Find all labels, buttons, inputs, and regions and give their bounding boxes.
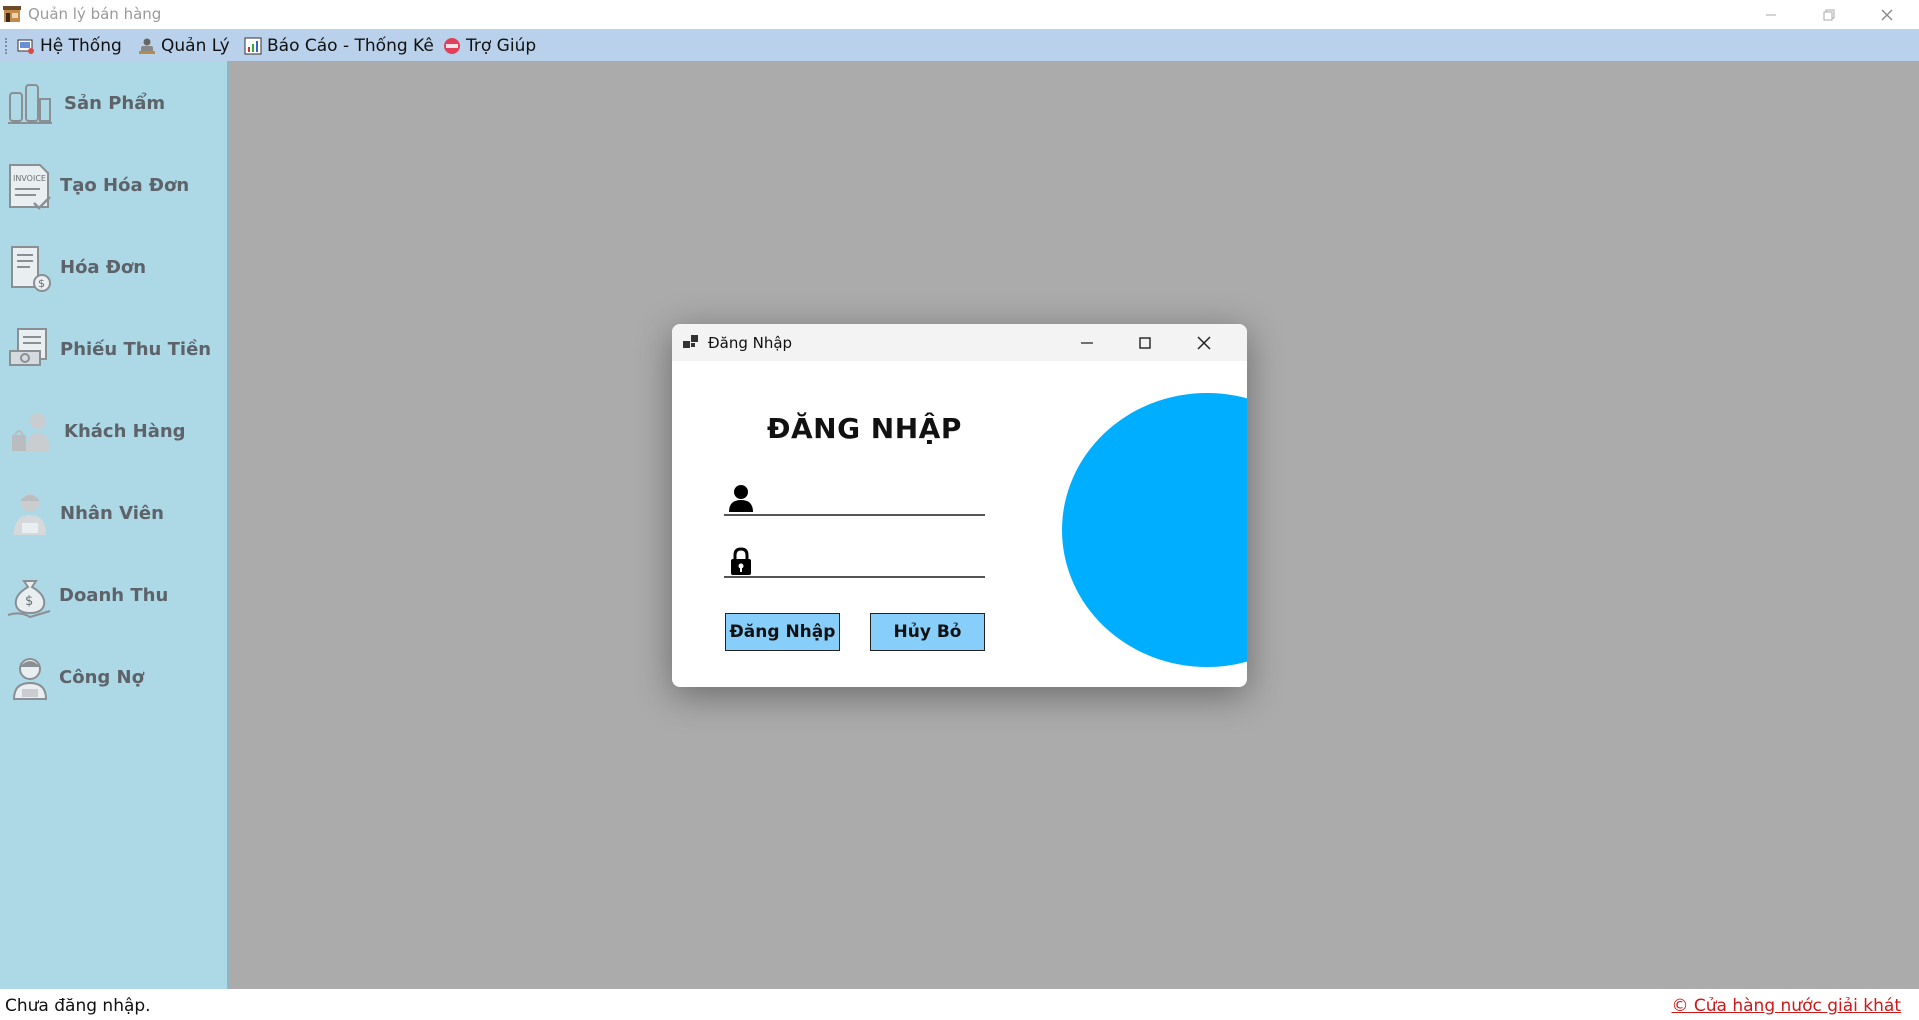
password-input[interactable] — [758, 544, 982, 574]
sidebar-item-cong-no[interactable]: Công Nợ — [0, 643, 227, 713]
close-icon — [1881, 9, 1893, 20]
login-heading: ĐĂNG NHẬP — [767, 412, 962, 445]
sidebar-item-san-pham[interactable]: Sản Phẩm — [0, 69, 227, 139]
cancel-button[interactable]: Hủy Bỏ — [870, 613, 985, 651]
report-chart-icon — [244, 37, 262, 55]
sidebar-item-tao-hoa-don[interactable]: INVOICE Tạo Hóa Đơn — [0, 151, 227, 221]
sidebar-item-label: Phiếu Thu Tiền — [60, 339, 212, 360]
form-icon — [683, 335, 698, 348]
minimize-button[interactable] — [1742, 0, 1800, 29]
sidebar-item-phieu-thu-tien[interactable]: Phiếu Thu Tiền — [0, 315, 227, 385]
sidebar-item-label: Hóa Đơn — [60, 257, 147, 278]
login-dialog-title: Đăng Nhập — [708, 334, 793, 352]
window-title: Quản lý bán hàng — [28, 5, 162, 23]
sidebar-item-label: Khách Hàng — [64, 421, 186, 442]
login-dialog: Đăng Nhập ĐĂNG NHẬP Đăng Nhập Hủy Bỏ — [672, 324, 1247, 687]
revenue-icon: $ — [7, 580, 51, 619]
debt-icon — [12, 658, 48, 700]
sidebar: Sản Phẩm INVOICE Tạo Hóa Đơn $ Hóa Đơn P… — [0, 61, 229, 989]
sidebar-item-label: Tạo Hóa Đơn — [60, 175, 190, 196]
store-copyright-link[interactable]: © Cửa hàng nước giải khát — [1672, 996, 1902, 1016]
sidebar-item-label: Nhân Viên — [60, 503, 164, 524]
login-dialog-titlebar: Đăng Nhập — [672, 324, 1247, 361]
store-icon — [3, 6, 21, 22]
employee-icon — [14, 494, 46, 535]
svg-text:INVOICE: INVOICE — [13, 174, 46, 183]
minimize-icon — [1081, 341, 1093, 344]
restore-icon — [1823, 9, 1835, 20]
menu-label: Trợ Giúp — [466, 36, 537, 56]
minimize-icon — [1766, 14, 1776, 15]
sidebar-item-label: Sản Phẩm — [64, 93, 166, 114]
menu-label: Báo Cáo - Thống Kê — [267, 36, 434, 56]
manager-icon — [139, 38, 155, 54]
sidebar-item-nhan-vien[interactable]: Nhân Viên — [0, 479, 227, 549]
maximize-icon — [1139, 336, 1151, 349]
system-icon — [17, 39, 34, 54]
products-icon — [8, 84, 52, 124]
menu-label: Quản Lý — [161, 36, 230, 56]
menu-label: Hệ Thống — [40, 36, 122, 56]
user-icon — [729, 485, 753, 512]
login-close-button[interactable] — [1181, 324, 1227, 361]
sidebar-item-label: Doanh Thu — [59, 585, 169, 606]
close-icon — [1197, 335, 1211, 350]
help-icon — [444, 38, 460, 54]
status-bar: Chưa đăng nhập. © Cửa hàng nước giải khá… — [0, 989, 1919, 1020]
login-minimize-button[interactable] — [1064, 324, 1110, 361]
login-status-text: Chưa đăng nhập. — [5, 996, 151, 1016]
restore-button[interactable] — [1800, 0, 1858, 29]
sidebar-item-doanh-thu[interactable]: $ Doanh Thu — [0, 561, 227, 631]
login-button[interactable]: Đăng Nhập — [725, 613, 840, 651]
username-field — [724, 480, 985, 516]
bill-icon: $ — [11, 246, 51, 292]
main-titlebar: Quản lý bán hàng — [0, 0, 1919, 29]
sidebar-item-hoa-don[interactable]: $ Hóa Đơn — [0, 233, 227, 303]
svg-text:$: $ — [25, 594, 33, 609]
menu-he-thong[interactable]: Hệ Thống — [17, 35, 122, 57]
invoice-icon: INVOICE — [9, 164, 51, 210]
menu-grip — [5, 38, 9, 54]
sidebar-item-khach-hang[interactable]: Khách Hàng — [0, 397, 227, 467]
menu-bar: Hệ Thống Quản Lý Báo Cáo - Thống Kê Trợ … — [0, 29, 1919, 61]
menu-tro-giup[interactable]: Trợ Giúp — [443, 35, 536, 57]
sidebar-item-label: Công Nợ — [59, 667, 144, 688]
close-button[interactable] — [1858, 0, 1916, 29]
username-input[interactable] — [758, 482, 982, 512]
customer-icon — [12, 413, 50, 451]
menu-quan-ly[interactable]: Quản Lý — [138, 35, 230, 57]
login-maximize-button[interactable] — [1122, 324, 1168, 361]
receipt-icon — [9, 328, 47, 366]
svg-text:$: $ — [38, 277, 45, 290]
menu-bao-cao[interactable]: Báo Cáo - Thống Kê — [244, 35, 434, 57]
lock-icon — [731, 547, 751, 575]
decorative-circle — [1062, 393, 1247, 667]
password-field — [724, 542, 985, 578]
